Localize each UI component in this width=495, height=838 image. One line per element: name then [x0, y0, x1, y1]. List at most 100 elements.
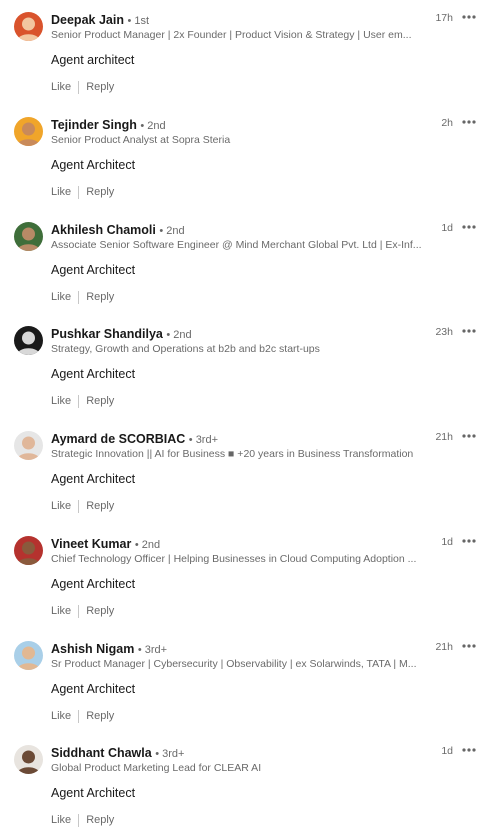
commenter-name[interactable]: Aymard de SCORBIAC [51, 432, 185, 446]
comment-actions: Like Reply [51, 80, 114, 94]
more-options-button[interactable] [461, 428, 477, 444]
avatar[interactable] [14, 117, 43, 146]
avatar[interactable] [14, 431, 43, 460]
avatar[interactable] [14, 12, 43, 41]
commenter-name-line: Vineet Kumar • 2nd [51, 536, 425, 553]
like-button[interactable]: Like [51, 290, 71, 304]
more-options-button[interactable] [461, 114, 477, 130]
avatar-icon [14, 326, 43, 355]
avatar[interactable] [14, 222, 43, 251]
commenter-name[interactable]: Pushkar Shandilya [51, 327, 163, 341]
connection-degree: • 3rd+ [137, 644, 168, 656]
like-button[interactable]: Like [51, 813, 71, 827]
commenter-name-line: Ashish Nigam • 3rd+ [51, 641, 425, 658]
comment-item: Ashish Nigam • 3rd+ Sr Product Manager | … [0, 629, 495, 734]
comment-timestamp: 1d [441, 222, 453, 234]
avatar-icon [14, 431, 43, 460]
comment-item: Aymard de SCORBIAC • 3rd+ Strategic Innov… [0, 419, 495, 524]
connection-degree: • 1st [127, 15, 150, 27]
commenter-name-line: Pushkar Shandilya • 2nd [51, 326, 425, 343]
commenter-headline: Senior Product Analyst at Sopra Steria [51, 134, 231, 146]
commenter-headline: Global Product Marketing Lead for CLEAR … [51, 762, 262, 774]
more-options-button[interactable] [461, 9, 477, 25]
avatar-icon [14, 117, 43, 146]
commenter-name[interactable]: Ashish Nigam [51, 642, 134, 656]
comment-item: Pushkar Shandilya • 2nd Strategy, Growth … [0, 314, 495, 419]
like-button[interactable]: Like [51, 394, 71, 408]
action-divider [78, 290, 80, 304]
reply-button[interactable]: Reply [86, 290, 114, 304]
commenter-name[interactable]: Siddhant Chawla [51, 746, 152, 760]
action-divider [78, 709, 80, 723]
commenter-name[interactable]: Deepak Jain [51, 13, 124, 27]
like-button[interactable]: Like [51, 604, 71, 618]
commenter-name[interactable]: Tejinder Singh [51, 118, 137, 132]
reply-button[interactable]: Reply [86, 813, 114, 827]
avatar[interactable] [14, 326, 43, 355]
comment-actions: Like Reply [51, 290, 114, 304]
connection-degree: • 2nd [159, 225, 185, 237]
more-options-button[interactable] [461, 533, 477, 549]
action-divider [78, 604, 80, 618]
more-options-button[interactable] [461, 219, 477, 235]
more-options-icon [462, 329, 476, 333]
commenter-name-line: Tejinder Singh • 2nd [51, 117, 425, 134]
avatar-icon [14, 641, 43, 670]
comment-actions: Like Reply [51, 394, 114, 408]
avatar-icon [14, 12, 43, 41]
comment-item: Vineet Kumar • 2nd Chief Technology Offic… [0, 524, 495, 629]
connection-degree: • 2nd [166, 329, 192, 341]
commenter-name[interactable]: Akhilesh Chamoli [51, 223, 156, 237]
like-button[interactable]: Like [51, 185, 71, 199]
reply-button[interactable]: Reply [86, 499, 114, 513]
commenter-headline: Associate Senior Software Engineer @ Min… [51, 239, 422, 251]
comment-timestamp: 21h [435, 641, 453, 653]
more-options-icon [462, 225, 476, 229]
commenter-headline: Senior Product Manager | 2x Founder | Pr… [51, 29, 412, 41]
like-button[interactable]: Like [51, 80, 71, 94]
comment-text: Agent Architect [51, 367, 136, 381]
commenter-name-line: Deepak Jain • 1st [51, 12, 425, 29]
commenter-headline: Sr Product Manager | Cybersecurity | Obs… [51, 658, 417, 670]
comment-text: Agent Architect [51, 158, 136, 172]
commenter-headline: Chief Technology Officer | Helping Busin… [51, 553, 417, 565]
action-divider [78, 185, 80, 199]
connection-degree: • 2nd [140, 120, 166, 132]
reply-button[interactable]: Reply [86, 604, 114, 618]
action-divider [78, 813, 80, 827]
more-options-icon [462, 539, 476, 543]
more-options-icon [462, 644, 476, 648]
like-button[interactable]: Like [51, 709, 71, 723]
like-button[interactable]: Like [51, 499, 71, 513]
comments-list: Deepak Jain • 1st Senior Product Manager … [0, 0, 495, 832]
avatar[interactable] [14, 536, 43, 565]
more-options-icon [462, 15, 476, 19]
more-options-button[interactable] [461, 742, 477, 758]
comment-timestamp: 21h [435, 431, 453, 443]
avatar-icon [14, 745, 43, 774]
comment-actions: Like Reply [51, 709, 114, 723]
commenter-name-line: Siddhant Chawla • 3rd+ [51, 745, 425, 762]
more-options-icon [462, 120, 476, 124]
comment-timestamp: 2h [441, 117, 453, 129]
comment-text: Agent Architect [51, 577, 136, 591]
commenter-name[interactable]: Vineet Kumar [51, 537, 131, 551]
reply-button[interactable]: Reply [86, 80, 114, 94]
comment-text: Agent architect [51, 53, 135, 67]
comment-item: Tejinder Singh • 2nd Senior Product Analy… [0, 105, 495, 210]
comment-actions: Like Reply [51, 813, 114, 827]
avatar[interactable] [14, 745, 43, 774]
avatar-icon [14, 536, 43, 565]
comment-timestamp: 17h [435, 12, 453, 24]
reply-button[interactable]: Reply [86, 709, 114, 723]
comment-actions: Like Reply [51, 185, 114, 199]
comment-actions: Like Reply [51, 499, 114, 513]
comment-item: Deepak Jain • 1st Senior Product Manager … [0, 0, 495, 105]
connection-degree: • 3rd+ [188, 434, 219, 446]
more-options-button[interactable] [461, 638, 477, 654]
reply-button[interactable]: Reply [86, 185, 114, 199]
action-divider [78, 499, 80, 513]
more-options-button[interactable] [461, 323, 477, 339]
avatar[interactable] [14, 641, 43, 670]
reply-button[interactable]: Reply [86, 394, 114, 408]
